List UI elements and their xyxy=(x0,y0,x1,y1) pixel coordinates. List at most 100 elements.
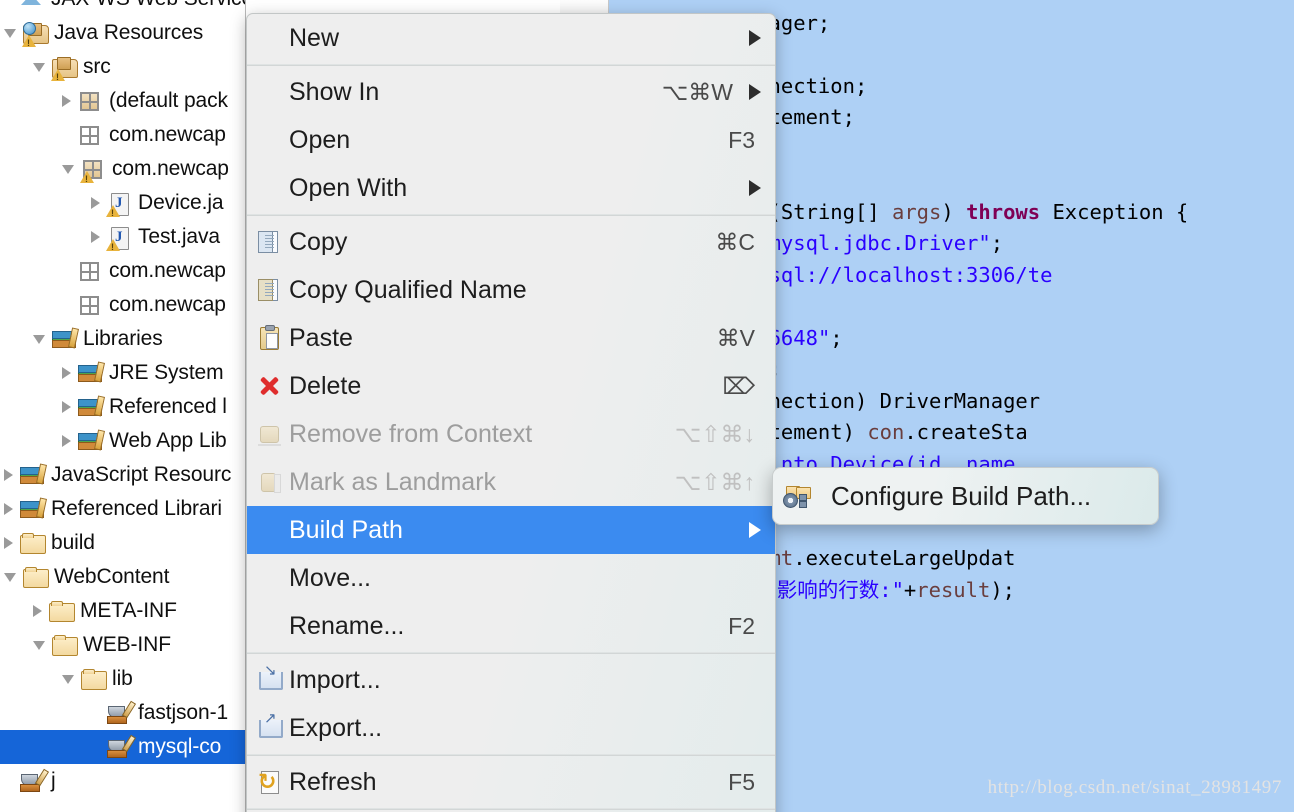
tree-item[interactable]: Referenced Librari xyxy=(0,492,245,526)
twisty-collapsed-icon[interactable] xyxy=(4,503,13,515)
tree-item-label: META-INF xyxy=(80,599,177,622)
folder-icon xyxy=(48,599,75,623)
menu-item-open-with[interactable]: Open With xyxy=(247,164,775,212)
twisty-collapsed-icon[interactable] xyxy=(33,605,42,617)
tree-item[interactable]: com.newcap xyxy=(0,288,245,322)
menu-item-label: New xyxy=(289,23,340,52)
menu-item-move[interactable]: Move... xyxy=(247,554,775,602)
menu-item-label: Export... xyxy=(289,713,383,742)
twisty-expanded-icon[interactable] xyxy=(33,62,45,72)
jar-icon xyxy=(106,734,137,759)
twisty-collapsed-icon[interactable] xyxy=(4,537,13,549)
tree-item[interactable]: JRE System xyxy=(0,356,245,390)
source-folder-icon xyxy=(51,55,78,82)
delete-icon xyxy=(257,374,281,398)
menu-item-new[interactable]: New xyxy=(247,14,775,62)
twisty-collapsed-icon[interactable] xyxy=(62,435,71,447)
tree-item-label: com.newcap xyxy=(112,157,229,180)
build-path-submenu[interactable]: Configure Build Path... xyxy=(772,467,1159,525)
twisty-expanded-icon[interactable] xyxy=(4,572,16,582)
twisty-collapsed-icon[interactable] xyxy=(4,469,13,481)
tree-item-label: build xyxy=(51,531,95,554)
submenu-arrow-icon xyxy=(749,180,761,196)
twisty-empty xyxy=(62,265,71,277)
menu-separator xyxy=(247,808,775,810)
tree-item-label: Java Resources xyxy=(54,21,204,44)
menu-item-delete[interactable]: Delete ⌦ xyxy=(247,362,775,410)
menu-item-label: Import... xyxy=(289,665,381,694)
menu-item-rename[interactable]: Rename... F2 xyxy=(247,602,775,650)
twisty-collapsed-icon[interactable] xyxy=(62,95,71,107)
warning-badge-icon xyxy=(106,205,120,218)
tree-item[interactable]: com.newcap xyxy=(0,152,245,186)
menu-item-build-path[interactable]: Build Path xyxy=(247,506,775,554)
menu-item-copy-qualified-name[interactable]: Copy Qualified Name xyxy=(247,266,775,314)
menu-item-refresh[interactable]: Refresh F5 xyxy=(247,758,775,806)
menu-item-label: Move... xyxy=(289,563,371,592)
tree-item[interactable]: Java Resources xyxy=(0,16,245,50)
menu-item-label: Refresh xyxy=(289,767,377,796)
twisty-collapsed-icon[interactable] xyxy=(91,231,100,243)
tree-item[interactable]: META-INF xyxy=(0,594,245,628)
tree-item[interactable]: Referenced l xyxy=(0,390,245,424)
menu-item-mark-as-landmark: Mark as Landmark ⌥⇧⌘↑ xyxy=(247,458,775,506)
java-resources-icon xyxy=(22,21,49,48)
package-icon xyxy=(77,89,103,113)
twisty-expanded-icon[interactable] xyxy=(62,674,74,684)
menu-item-open[interactable]: Open F3 xyxy=(247,116,775,164)
tree-item-label: Test.java xyxy=(138,225,220,248)
tree-item[interactable]: JavaScript Resourc xyxy=(0,458,245,492)
menu-item-paste[interactable]: Paste ⌘V xyxy=(247,314,775,362)
copy-icon xyxy=(257,230,281,254)
twisty-empty xyxy=(91,707,100,719)
twisty-collapsed-icon[interactable] xyxy=(62,367,71,379)
tree-item-label: com.newcap xyxy=(109,123,226,146)
library-icon xyxy=(19,463,48,487)
twisty-expanded-icon[interactable] xyxy=(33,334,45,344)
tree-item[interactable]: com.newcap xyxy=(0,118,245,152)
watermark-url: http://blog.csdn.net/sinat_28981497 xyxy=(987,777,1282,798)
tree-item[interactable]: JAX-WS Web Services xyxy=(0,0,245,16)
tree-item[interactable]: build xyxy=(0,526,245,560)
twisty-empty xyxy=(4,775,13,787)
twisty-expanded-icon[interactable] xyxy=(33,640,45,650)
project-explorer-panel[interactable]: JAX-WS Web Services Java Resources src (def… xyxy=(0,0,246,812)
tree-item-label: lib xyxy=(112,667,133,690)
tree-item[interactable]: Device.ja xyxy=(0,186,245,220)
menu-item-copy[interactable]: Copy ⌘C xyxy=(247,218,775,266)
menu-item-label: Show In xyxy=(289,77,380,106)
menu-separator xyxy=(247,64,775,66)
tree-item[interactable]: WEB-INF xyxy=(0,628,245,662)
tree-item[interactable]: WebContent xyxy=(0,560,245,594)
tree-item[interactable]: (default pack xyxy=(0,84,245,118)
menu-item-configure-build-path[interactable]: Configure Build Path... xyxy=(773,468,1158,524)
library-icon xyxy=(51,327,80,351)
menu-item-show-in[interactable]: Show In ⌥⌘W xyxy=(247,68,775,116)
menu-item-shortcut: ⌘V xyxy=(716,324,755,351)
web-service-icon xyxy=(19,0,45,11)
submenu-arrow-icon xyxy=(749,30,761,46)
menu-item-export[interactable]: Export... xyxy=(247,704,775,752)
twisty-collapsed-icon[interactable] xyxy=(91,197,100,209)
tree-item-label: com.newcap xyxy=(109,293,226,316)
tree-item-label: WEB-INF xyxy=(83,633,171,656)
library-icon xyxy=(19,497,48,521)
menu-item-import[interactable]: Import... xyxy=(247,656,775,704)
jar-icon xyxy=(19,768,50,793)
jar-icon xyxy=(106,700,137,725)
tree-item[interactable]: fastjson-1 xyxy=(0,696,245,730)
twisty-expanded-icon[interactable] xyxy=(4,28,16,38)
tree-item[interactable]: Test.java xyxy=(0,220,245,254)
twisty-collapsed-icon[interactable] xyxy=(62,401,71,413)
tree-item[interactable]: Web App Lib xyxy=(0,424,245,458)
tree-item[interactable]: Libraries xyxy=(0,322,245,356)
tree-item[interactable]: com.newcap xyxy=(0,254,245,288)
tree-item[interactable]: j xyxy=(0,764,245,798)
folder-icon xyxy=(22,565,49,589)
tree-item-selected[interactable]: mysql-co xyxy=(0,730,245,764)
project-explorer-context-menu[interactable]: New Show In ⌥⌘W Open F3 Open With Copy ⌘C Copy Q… xyxy=(246,13,776,812)
tree-item[interactable]: src xyxy=(0,50,245,84)
twisty-expanded-icon[interactable] xyxy=(62,164,74,174)
tree-item[interactable]: lib xyxy=(0,662,245,696)
tree-item-label: WebContent xyxy=(54,565,170,588)
